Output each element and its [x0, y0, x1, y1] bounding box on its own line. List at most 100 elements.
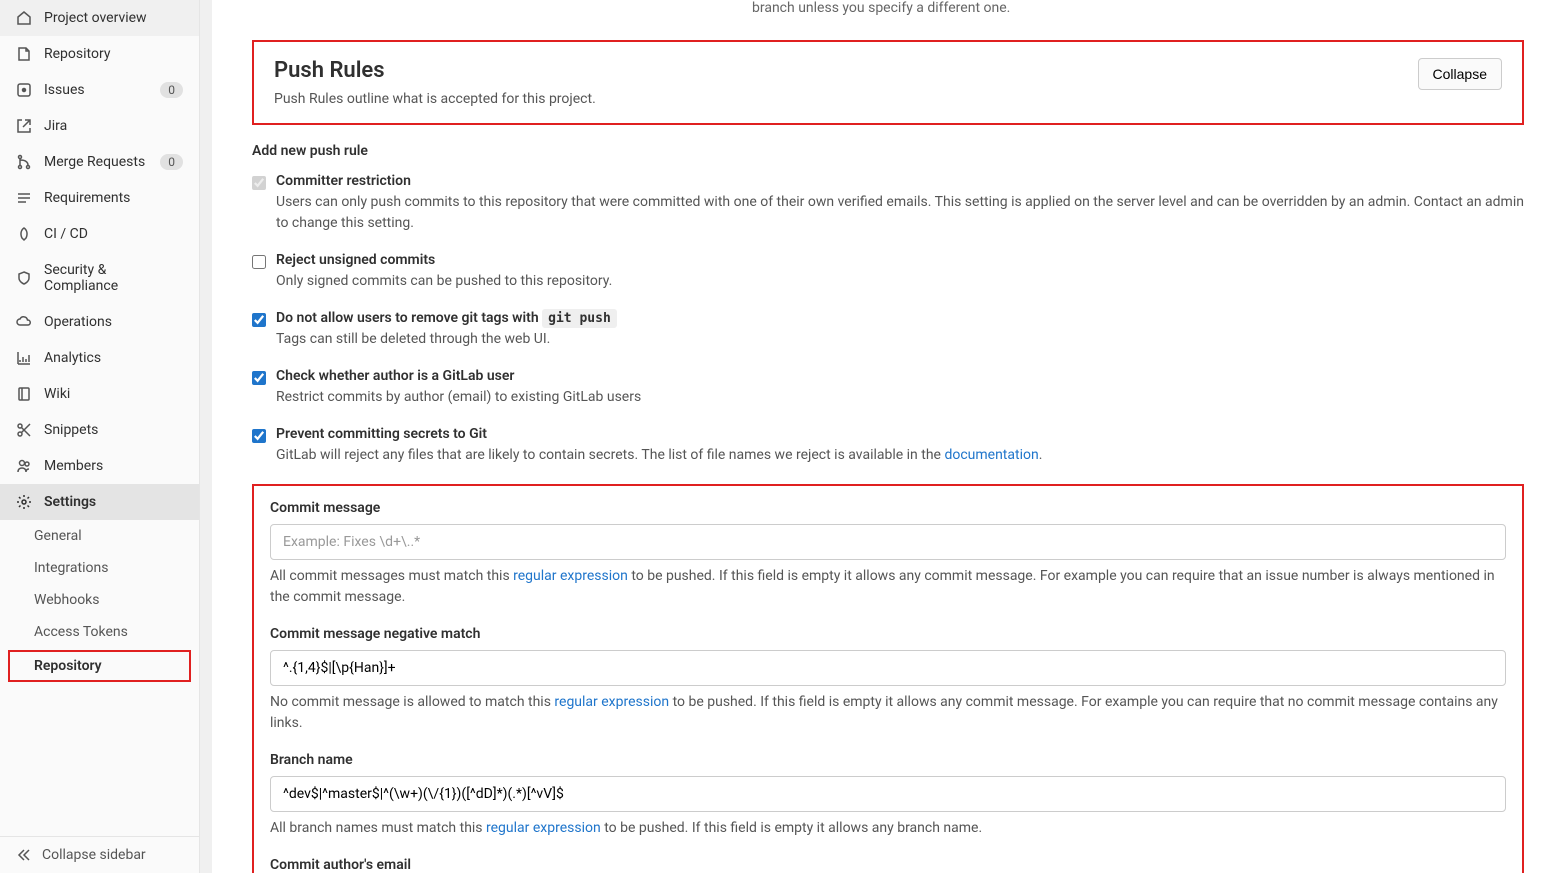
sidebar-item-jira[interactable]: Jira: [0, 108, 199, 144]
sidebar-item-settings[interactable]: Settings: [0, 484, 199, 520]
prevent-secrets-row: Prevent committing secrets to Git GitLab…: [252, 426, 1524, 466]
sidebar-item-label: Operations: [44, 314, 183, 330]
committer-restriction-row: Committer restriction Users can only pus…: [252, 173, 1524, 234]
author-gitlab-desc: Restrict commits by author (email) to ex…: [276, 387, 1524, 408]
prevent-secrets-checkbox[interactable]: [252, 429, 266, 443]
sidebar-item-label: Analytics: [44, 350, 183, 366]
commit-message-label: Commit message: [270, 500, 1506, 516]
commit-message-help: All commit messages must match this regu…: [270, 566, 1506, 608]
sidebar-item-requirements[interactable]: Requirements: [0, 180, 199, 216]
list-icon: [16, 190, 32, 206]
git-tags-label: Do not allow users to remove git tags wi…: [276, 310, 1524, 326]
sidebar-item-members[interactable]: Members: [0, 448, 199, 484]
issues-icon: [16, 82, 32, 98]
sidebar-item-label: Wiki: [44, 386, 183, 402]
sidebar-item-label: CI / CD: [44, 226, 183, 242]
sidebar-item-analytics[interactable]: Analytics: [0, 340, 199, 376]
home-icon: [16, 10, 32, 26]
file-icon: [16, 46, 32, 62]
chart-icon: [16, 350, 32, 366]
regex-fields-box: Commit message All commit messages must …: [252, 484, 1524, 873]
commit-message-neg-label: Commit message negative match: [270, 626, 1506, 642]
sidebar-item-label: Repository: [44, 46, 183, 62]
sidebar-item-label: Jira: [44, 118, 183, 134]
regex-link[interactable]: regular expression: [513, 568, 628, 584]
scissors-icon: [16, 422, 32, 438]
sidebar-item-security[interactable]: Security & Compliance: [0, 252, 199, 304]
push-rules-title: Push Rules: [274, 58, 596, 83]
reject-unsigned-desc: Only signed commits can be pushed to thi…: [276, 271, 1524, 292]
mr-badge: 0: [160, 154, 183, 170]
sidebar: Project overview Repository Issues 0 Jir…: [0, 0, 200, 873]
push-rules-header: Push Rules Push Rules outline what is ac…: [252, 40, 1524, 125]
branch-name-field-group: Branch name All branch names must match …: [270, 752, 1506, 839]
sidebar-item-merge-requests[interactable]: Merge Requests 0: [0, 144, 199, 180]
cloud-icon: [16, 314, 32, 330]
collapse-sidebar-button[interactable]: Collapse sidebar: [0, 836, 199, 873]
prevent-secrets-desc: GitLab will reject any files that are li…: [276, 445, 1524, 466]
sidebar-item-cicd[interactable]: CI / CD: [0, 216, 199, 252]
sidebar-item-label: Requirements: [44, 190, 183, 206]
git-tags-checkbox[interactable]: [252, 313, 266, 327]
reject-unsigned-checkbox[interactable]: [252, 255, 266, 269]
sidebar-item-issues[interactable]: Issues 0: [0, 72, 199, 108]
shield-icon: [16, 270, 32, 286]
sidebar-item-label: Snippets: [44, 422, 183, 438]
regex-link[interactable]: regular expression: [554, 694, 669, 710]
add-push-rule-title: Add new push rule: [252, 143, 1524, 159]
merge-icon: [16, 154, 32, 170]
commit-message-input[interactable]: [270, 524, 1506, 560]
commit-message-neg-field-group: Commit message negative match No commit …: [270, 626, 1506, 734]
commit-message-neg-input[interactable]: [270, 650, 1506, 686]
truncated-previous-text: branch unless you specify a different on…: [752, 0, 1524, 16]
gear-icon: [16, 494, 32, 510]
author-gitlab-row: Check whether author is a GitLab user Re…: [252, 368, 1524, 408]
sidebar-item-label: Project overview: [44, 10, 183, 26]
rocket-icon: [16, 226, 32, 242]
sidebar-item-label: Issues: [44, 82, 148, 98]
collapse-sidebar-label: Collapse sidebar: [42, 847, 146, 863]
committer-restriction-desc: Users can only push commits to this repo…: [276, 192, 1524, 234]
settings-sub-access-tokens[interactable]: Access Tokens: [0, 616, 199, 648]
regex-link[interactable]: regular expression: [486, 820, 601, 836]
settings-sub-repository[interactable]: Repository: [8, 650, 191, 682]
author-email-field-group: Commit author's email: [270, 857, 1506, 873]
sidebar-item-label: Members: [44, 458, 183, 474]
reject-unsigned-row: Reject unsigned commits Only signed comm…: [252, 252, 1524, 292]
prevent-secrets-label: Prevent committing secrets to Git: [276, 426, 1524, 442]
issues-badge: 0: [160, 82, 183, 98]
settings-sub-integrations[interactable]: Integrations: [0, 552, 199, 584]
sidebar-item-snippets[interactable]: Snippets: [0, 412, 199, 448]
committer-restriction-checkbox[interactable]: [252, 176, 266, 190]
sidebar-item-project-overview[interactable]: Project overview: [0, 0, 199, 36]
documentation-link[interactable]: documentation: [944, 447, 1038, 463]
branch-name-label: Branch name: [270, 752, 1506, 768]
commit-message-field-group: Commit message All commit messages must …: [270, 500, 1506, 608]
sidebar-item-repository[interactable]: Repository: [0, 36, 199, 72]
external-link-icon: [16, 118, 32, 134]
sidebar-item-operations[interactable]: Operations: [0, 304, 199, 340]
settings-sub-webhooks[interactable]: Webhooks: [0, 584, 199, 616]
commit-message-neg-help: No commit message is allowed to match th…: [270, 692, 1506, 734]
sidebar-item-label: Merge Requests: [44, 154, 148, 170]
members-icon: [16, 458, 32, 474]
author-gitlab-label: Check whether author is a GitLab user: [276, 368, 1524, 384]
branch-name-input[interactable]: [270, 776, 1506, 812]
author-email-label: Commit author's email: [270, 857, 1506, 873]
chevron-double-left-icon: [16, 847, 32, 863]
sidebar-scrollbar[interactable]: [200, 0, 212, 873]
author-gitlab-checkbox[interactable]: [252, 371, 266, 385]
sidebar-item-label: Security & Compliance: [44, 262, 183, 294]
committer-restriction-label: Committer restriction: [276, 173, 1524, 189]
git-tags-row: Do not allow users to remove git tags wi…: [252, 310, 1524, 350]
collapse-push-rules-button[interactable]: Collapse: [1418, 58, 1502, 90]
book-icon: [16, 386, 32, 402]
git-tags-desc: Tags can still be deleted through the we…: [276, 329, 1524, 350]
sidebar-item-wiki[interactable]: Wiki: [0, 376, 199, 412]
push-rules-subtitle: Push Rules outline what is accepted for …: [274, 91, 596, 107]
main-content: branch unless you specify a different on…: [212, 0, 1564, 873]
settings-sub-general[interactable]: General: [0, 520, 199, 552]
sidebar-item-label: Settings: [44, 494, 183, 510]
branch-name-help: All branch names must match this regular…: [270, 818, 1506, 839]
git-push-code: git push: [542, 309, 617, 328]
